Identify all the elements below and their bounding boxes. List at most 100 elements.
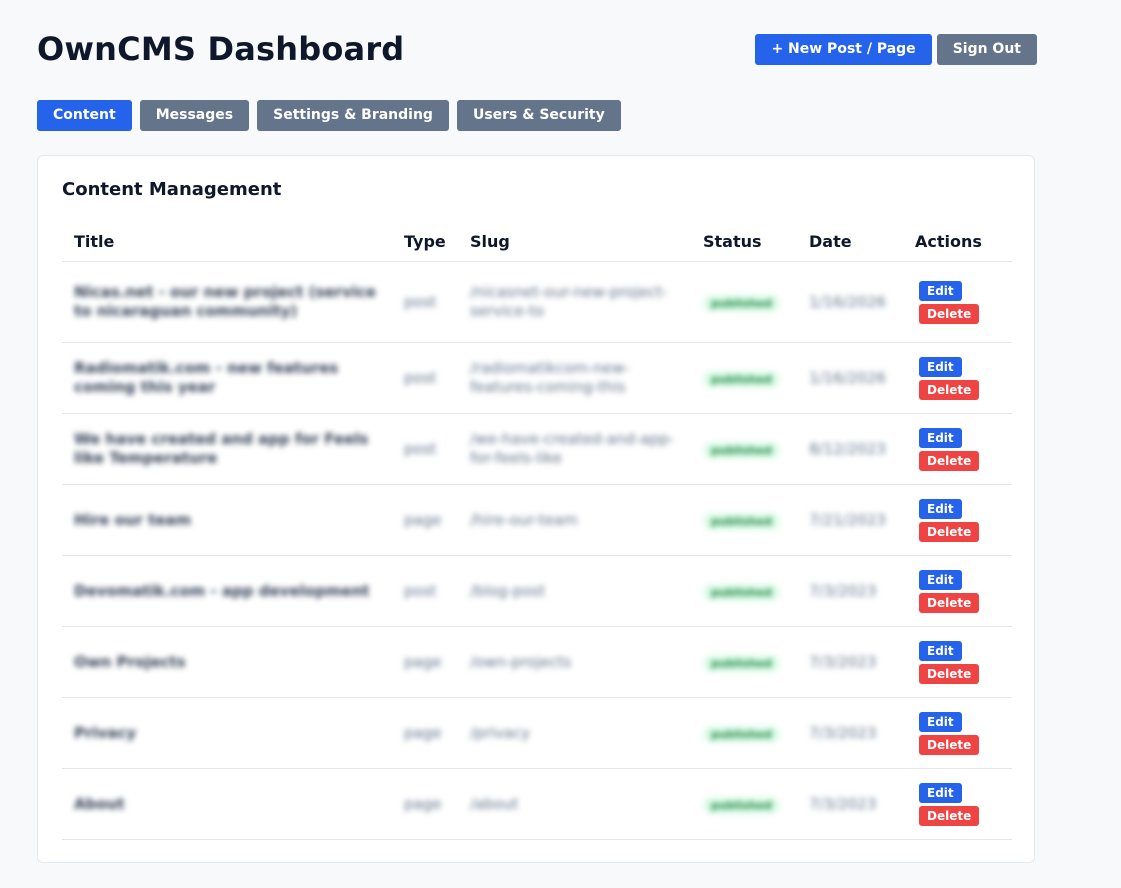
row-actions-cell: Edit Delete — [903, 413, 1012, 485]
row-slug: /own-projects — [470, 652, 572, 671]
tab-messages[interactable]: Messages — [139, 100, 250, 131]
row-actions-cell: Edit Delete — [903, 768, 1012, 840]
status-badge: published — [703, 512, 780, 530]
row-title-cell: Privacy — [62, 697, 392, 769]
table-row: Nicas.net - our new project (service to … — [62, 261, 1012, 343]
table-row: We have created and app for Feels like T… — [62, 413, 1012, 485]
edit-button[interactable]: Edit — [919, 711, 962, 732]
row-slug: /we-have-created-and-app-for-feels-like — [470, 430, 675, 467]
row-title-cell: Own Projects — [62, 626, 392, 698]
sign-out-button[interactable]: Sign Out — [936, 34, 1037, 65]
tab-content[interactable]: Content — [37, 100, 132, 131]
row-actions: Edit Delete — [915, 427, 1000, 471]
row-type: page — [404, 653, 442, 671]
delete-button[interactable]: Delete — [919, 303, 980, 324]
header: OwnCMS Dashboard + New Post / Page Sign … — [37, 28, 1037, 72]
row-status-cell: published — [691, 413, 797, 485]
row-date: 1/16/2026 — [809, 293, 886, 311]
row-date-cell: 8/12/2023 — [797, 413, 903, 485]
status-badge: published — [703, 583, 780, 601]
row-date: 7/3/2023 — [809, 653, 877, 671]
row-title-cell: Nicas.net - our new project (service to … — [62, 261, 392, 343]
status-badge: published — [703, 725, 780, 743]
row-title[interactable]: Hire our team — [74, 511, 380, 530]
delete-button[interactable]: Delete — [919, 663, 980, 684]
row-title[interactable]: Nicas.net - our new project (service to … — [74, 283, 380, 321]
row-title-cell: Devomatik.com - app development — [62, 555, 392, 627]
delete-button[interactable]: Delete — [919, 805, 980, 826]
row-slug-cell: /privacy — [458, 697, 691, 769]
row-type-cell: page — [392, 484, 458, 556]
edit-button[interactable]: Edit — [919, 427, 962, 448]
table-row: About page /about published 7/3/2023 Edi… — [62, 768, 1012, 840]
row-type-cell: post — [392, 413, 458, 485]
row-status-cell: published — [691, 261, 797, 343]
row-date-cell: 1/16/2026 — [797, 261, 903, 343]
row-status-cell: published — [691, 342, 797, 414]
row-actions-cell: Edit Delete — [903, 261, 1012, 343]
row-actions: Edit Delete — [915, 356, 1000, 400]
row-slug: /blog-post — [470, 581, 546, 600]
row-title[interactable]: Devomatik.com - app development — [74, 582, 380, 601]
row-slug-cell: /nicasnet-our-new-project-service-to — [458, 261, 691, 343]
delete-button[interactable]: Delete — [919, 734, 980, 755]
tab-users-security[interactable]: Users & Security — [456, 100, 621, 131]
row-title-cell: Hire our team — [62, 484, 392, 556]
row-type: post — [404, 582, 437, 600]
edit-button[interactable]: Edit — [919, 280, 962, 301]
row-date-cell: 7/21/2023 — [797, 484, 903, 556]
row-slug: /radiomatikcom-new-features-coming-this — [470, 359, 630, 396]
row-title[interactable]: About — [74, 795, 380, 814]
row-type-cell: post — [392, 342, 458, 414]
edit-button[interactable]: Edit — [919, 356, 962, 377]
column-header-actions: Actions — [903, 222, 1012, 262]
row-status-cell: published — [691, 768, 797, 840]
table-row: Privacy page /privacy published 7/3/2023… — [62, 697, 1012, 769]
row-slug: /privacy — [470, 723, 531, 742]
row-actions: Edit Delete — [915, 569, 1000, 613]
row-title-cell: Radiomatik.com - new features coming thi… — [62, 342, 392, 414]
edit-button[interactable]: Edit — [919, 782, 962, 803]
row-date-cell: 7/3/2023 — [797, 555, 903, 627]
row-date-cell: 7/3/2023 — [797, 768, 903, 840]
row-slug: /hire-our-team — [470, 510, 578, 529]
row-date: 7/21/2023 — [809, 511, 886, 529]
row-date: 7/3/2023 — [809, 582, 877, 600]
edit-button[interactable]: Edit — [919, 498, 962, 519]
row-title[interactable]: We have created and app for Feels like T… — [74, 430, 380, 468]
row-actions: Edit Delete — [915, 782, 1000, 826]
row-type-cell: post — [392, 555, 458, 627]
row-slug-cell: /blog-post — [458, 555, 691, 627]
row-date: 7/3/2023 — [809, 724, 877, 742]
row-title[interactable]: Own Projects — [74, 653, 380, 672]
row-title[interactable]: Radiomatik.com - new features coming thi… — [74, 359, 380, 397]
row-title[interactable]: Privacy — [74, 724, 380, 743]
delete-button[interactable]: Delete — [919, 450, 980, 471]
delete-button[interactable]: Delete — [919, 521, 980, 542]
row-type: post — [404, 440, 437, 458]
column-header-type: Type — [392, 222, 458, 262]
edit-button[interactable]: Edit — [919, 569, 962, 590]
row-type-cell: page — [392, 626, 458, 698]
status-badge: published — [703, 654, 780, 672]
status-badge: published — [703, 370, 780, 388]
new-post-button[interactable]: + New Post / Page — [755, 34, 932, 65]
edit-button[interactable]: Edit — [919, 640, 962, 661]
delete-button[interactable]: Delete — [919, 592, 980, 613]
status-badge: published — [703, 441, 780, 459]
row-status-cell: published — [691, 555, 797, 627]
row-status-cell: published — [691, 484, 797, 556]
delete-button[interactable]: Delete — [919, 379, 980, 400]
row-actions-cell: Edit Delete — [903, 626, 1012, 698]
row-slug-cell: /own-projects — [458, 626, 691, 698]
row-type: page — [404, 511, 442, 529]
row-date: 1/16/2026 — [809, 369, 886, 387]
table-header-row: Title Type Slug Status Date Actions — [62, 222, 1012, 262]
row-type: page — [404, 724, 442, 742]
tab-settings-branding[interactable]: Settings & Branding — [257, 100, 449, 131]
row-actions-cell: Edit Delete — [903, 697, 1012, 769]
row-date: 8/12/2023 — [809, 440, 886, 458]
row-actions-cell: Edit Delete — [903, 555, 1012, 627]
row-actions: Edit Delete — [915, 280, 1000, 324]
page-title: OwnCMS Dashboard — [37, 30, 405, 68]
